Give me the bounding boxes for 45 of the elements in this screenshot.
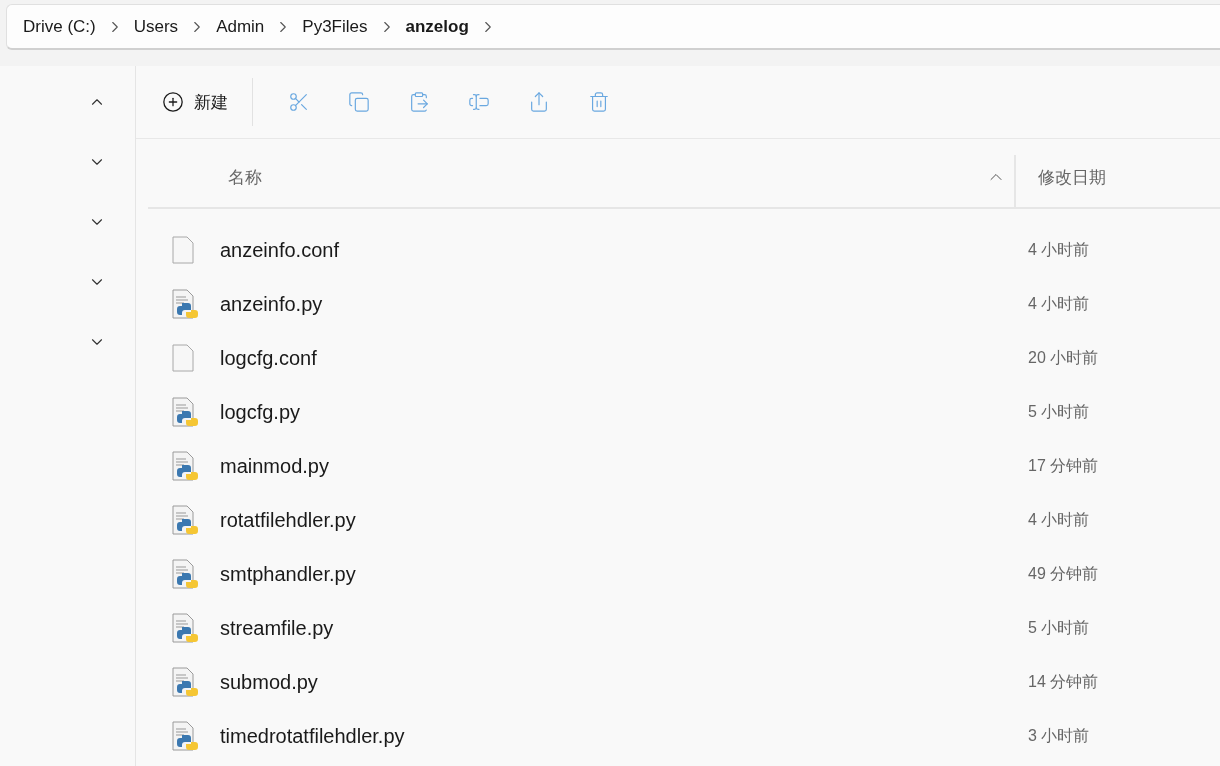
modified-date: 4 小时前 [1028,293,1090,314]
script-file-icon [172,397,198,427]
script-file-icon [172,667,198,697]
share-icon [528,91,550,113]
script-file-icon [172,451,198,481]
script-file-icon [172,505,198,535]
new-button[interactable]: 新建 [158,84,232,120]
modified-date: 3 小时前 [1028,725,1090,746]
modified-date: 49 分钟前 [1028,563,1099,584]
script-file-icon [172,559,198,589]
file-name[interactable]: anzeinfo.conf [194,238,1028,262]
plus-icon [162,91,184,113]
cut-icon [288,91,310,113]
rename-icon [468,91,490,113]
breadcrumb-item[interactable]: anzelog [401,12,473,41]
modified-date: 5 小时前 [1028,401,1090,422]
breadcrumb-item[interactable]: Py3Files [298,12,372,41]
breadcrumb-item[interactable]: Users [129,12,183,41]
column-header[interactable]: 修改日期 [1016,155,1196,207]
file-name[interactable]: anzeinfo.py [198,292,1028,316]
file-name[interactable]: rotatfilehdler.py [198,508,1028,532]
script-file-icon [172,721,198,751]
breadcrumb-item[interactable]: Admin [212,12,269,41]
file-name[interactable]: submod.py [198,670,1028,694]
file-name[interactable]: logcfg.py [198,400,1028,424]
modified-date: 20 小时前 [1028,347,1099,368]
file-name[interactable]: mainmod.py [198,454,1028,478]
script-file-icon [172,613,198,643]
modified-date: 5 小时前 [1028,617,1090,638]
copy-icon [348,91,370,113]
breadcrumb-item[interactable]: Drive (C:) [19,12,100,41]
file-icon [172,236,194,264]
file-name[interactable]: smtphandler.py [198,562,1028,586]
file-icon [172,344,194,372]
modified-date: 17 分钟前 [1028,455,1099,476]
modified-date: 4 小时前 [1028,239,1090,260]
paste-icon [408,91,430,113]
file-name[interactable]: timedrotatfilehdler.py [198,724,1028,748]
modified-date: 14 分钟前 [1028,671,1099,692]
script-file-icon [172,289,198,319]
column-header[interactable]: 名称 [148,155,1006,207]
modified-date: 4 小时前 [1028,509,1090,530]
file-name[interactable]: logcfg.conf [194,346,1028,370]
delete-icon [588,91,610,113]
file-name[interactable]: streamfile.py [198,616,1028,640]
